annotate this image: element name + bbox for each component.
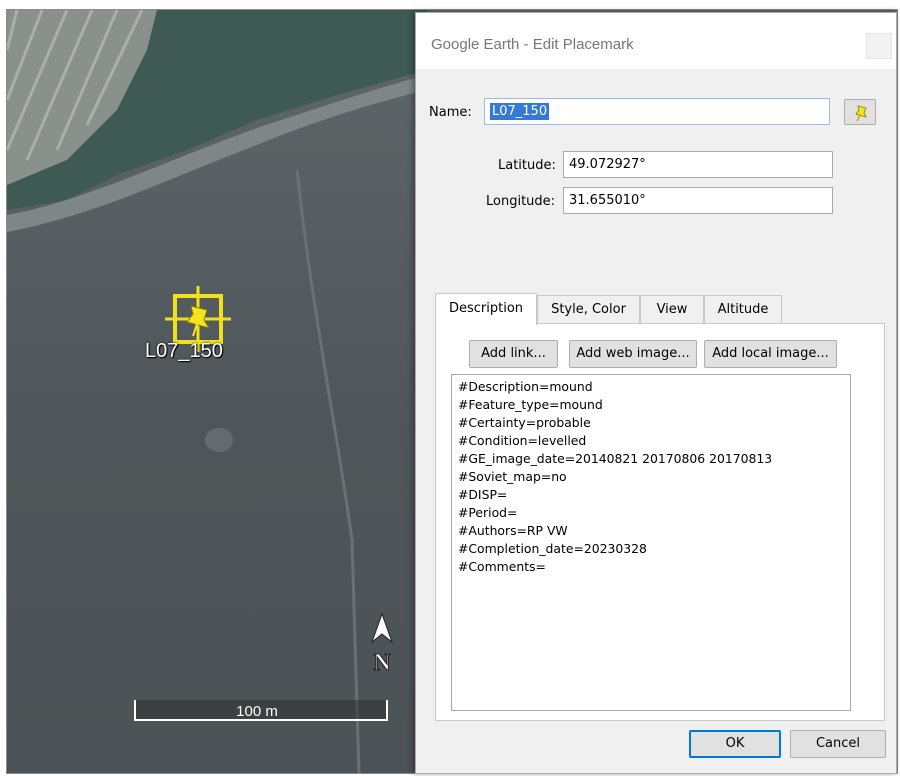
- longitude-label: Longitude:: [486, 194, 556, 209]
- description-line: #GE_image_date=20140821 20170806 2017081…: [458, 451, 773, 466]
- description-line: #Certainty=probable: [458, 415, 591, 430]
- placemark-icon-button[interactable]: [844, 99, 876, 125]
- add-link-button[interactable]: Add link...: [469, 340, 558, 368]
- svg-text:N: N: [373, 650, 391, 676]
- tab-description[interactable]: Description: [435, 293, 537, 325]
- dirt-track: [295, 169, 361, 773]
- add-local-image-button[interactable]: Add local image...: [704, 340, 837, 368]
- name-label: Name:: [429, 105, 472, 120]
- description-line: #Completion_date=20230328: [458, 541, 647, 556]
- add-web-image-button[interactable]: Add web image...: [569, 340, 697, 368]
- description-line: #Comments=: [458, 559, 546, 574]
- cancel-button[interactable]: Cancel: [790, 730, 886, 758]
- dialog-titlebar[interactable]: Google Earth - Edit Placemark: [416, 13, 896, 69]
- description-line: #Soviet_map=no: [458, 469, 567, 484]
- description-line: #Feature_type=mound: [458, 397, 603, 412]
- name-value: L07_150: [490, 103, 550, 120]
- placemark-label[interactable]: L07_150: [145, 340, 223, 363]
- latitude-label: Latitude:: [498, 158, 556, 173]
- yellow-pushpin-icon: [855, 105, 867, 122]
- tab-altitude[interactable]: Altitude: [704, 295, 782, 323]
- edit-placemark-dialog: Google Earth - Edit Placemark Name: L07_…: [415, 12, 897, 774]
- description-line: #Description=mound: [458, 379, 593, 394]
- description-line: #Condition=levelled: [458, 433, 587, 448]
- name-field[interactable]: L07_150: [484, 98, 830, 125]
- mound-mark: [205, 428, 233, 452]
- longitude-field[interactable]: 31.655010°: [563, 187, 833, 214]
- description-line: #Period=: [458, 505, 518, 520]
- description-textarea[interactable]: #Description=mound #Feature_type=mound #…: [451, 374, 851, 711]
- scale-label: 100 m: [236, 703, 278, 720]
- close-icon[interactable]: [866, 33, 892, 59]
- ok-button[interactable]: OK: [689, 730, 781, 758]
- dialog-title: Google Earth - Edit Placemark: [431, 36, 634, 53]
- tab-view[interactable]: View: [640, 295, 704, 323]
- tab-style-color[interactable]: Style, Color: [537, 295, 640, 323]
- description-line: #DISP=: [458, 487, 508, 502]
- description-line: #Authors=RP VW: [458, 523, 568, 538]
- latitude-field[interactable]: 49.072927°: [563, 151, 833, 178]
- north-compass-icon[interactable]: N: [364, 610, 400, 678]
